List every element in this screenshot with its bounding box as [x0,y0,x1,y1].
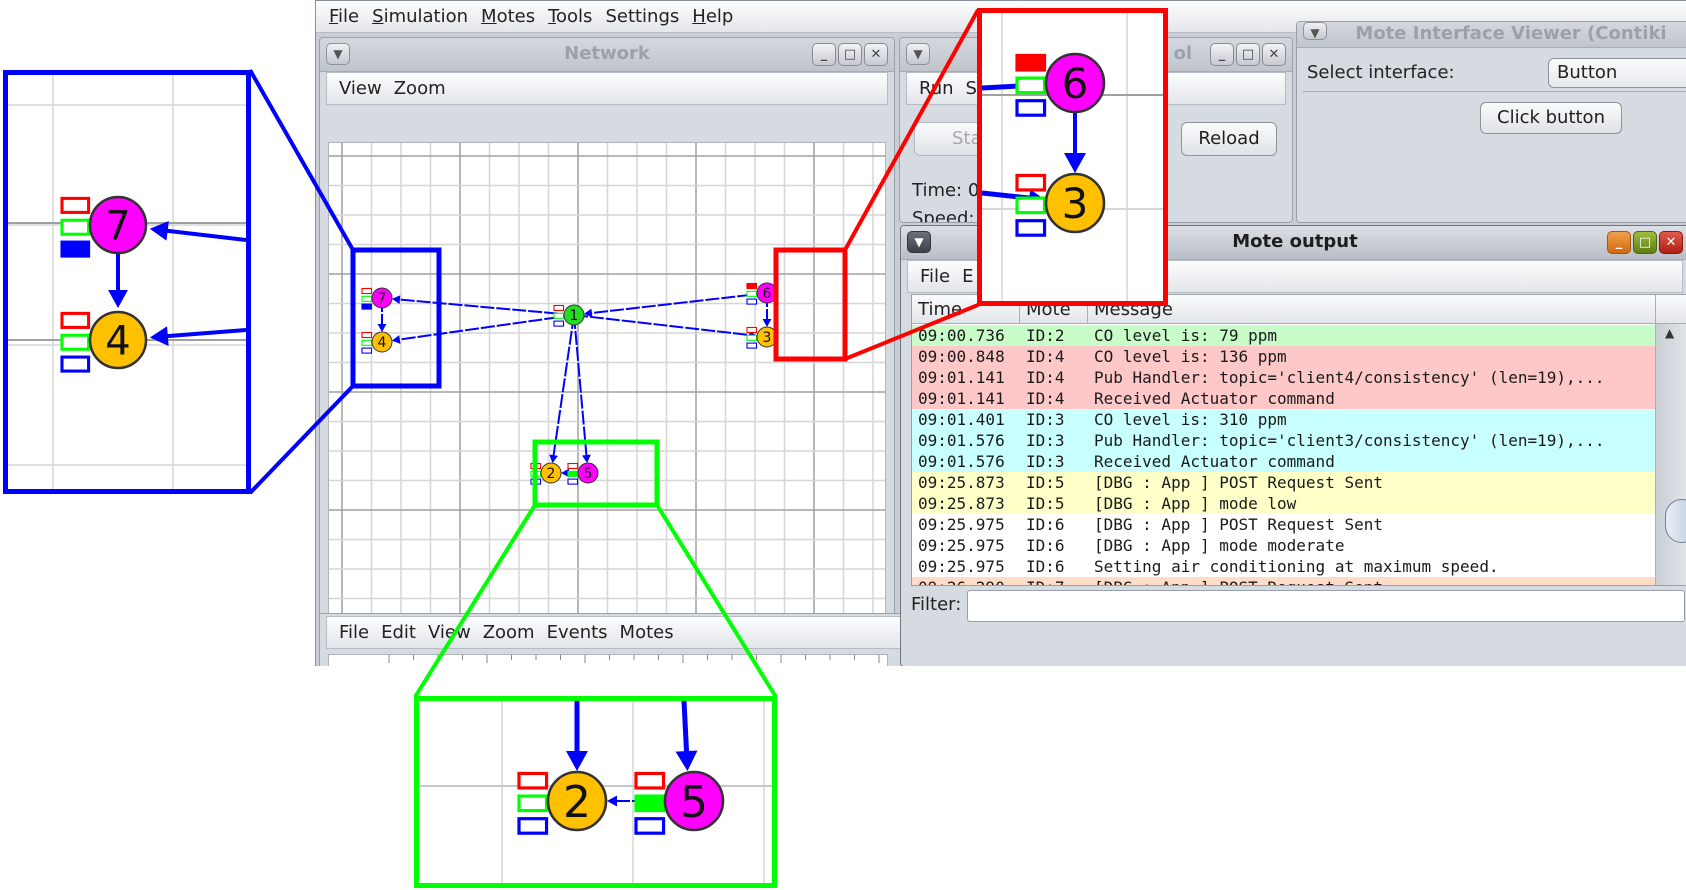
link-arrowhead [1064,153,1086,173]
led-green-icon [1015,196,1047,215]
led-red-icon [1015,53,1047,72]
blue-zoom-inset: 74 [3,70,251,494]
blue-source-box [350,247,442,389]
led-red-icon [634,771,666,790]
mote-label: 7 [105,203,130,249]
green-zoom-inset: 25 [414,696,777,888]
led-blue-icon [1015,99,1047,117]
led-blue-icon [634,817,666,835]
led-blue-icon [1015,219,1047,237]
mote-label: 5 [680,777,708,828]
link-arrowhead [675,750,698,772]
red-zoom-inset: 63 [977,8,1168,306]
led-red-icon [517,771,549,790]
green-inset-graph: 25 [419,701,772,883]
mote-label: 3 [1062,179,1089,228]
led-blue-icon [60,355,91,373]
red-inset-graph: 63 [982,13,1163,301]
green-connector-line [413,503,537,699]
mote-label: 6 [1062,59,1089,108]
mote-label: 2 [563,777,591,828]
red-connector-line [844,303,979,361]
red-source-box [773,247,848,362]
led-green-icon [60,333,91,351]
red-connector-line [843,9,980,251]
led-red-icon [60,196,91,214]
led-green-icon [517,794,549,813]
annotation-overlay [248,9,980,699]
blue-inset-graph: 74 [8,75,246,489]
link-line [681,701,690,760]
link-arrowhead [607,795,617,807]
led-green-icon [1015,76,1047,95]
led-blue-icon [517,817,549,835]
green-source-box [532,439,660,508]
link-arrowhead [566,751,588,771]
link-arrowhead [149,326,169,346]
led-red-icon [1015,173,1047,192]
mote-label: 4 [105,318,130,364]
link-arrowhead [108,290,128,308]
led-red-icon [60,311,91,329]
green-connector-line [655,503,778,699]
led-green-icon [60,218,91,236]
led-blue-icon [60,240,91,258]
blue-connector-line [248,384,355,495]
led-green-icon [634,794,666,813]
blue-connector-line [248,69,355,251]
